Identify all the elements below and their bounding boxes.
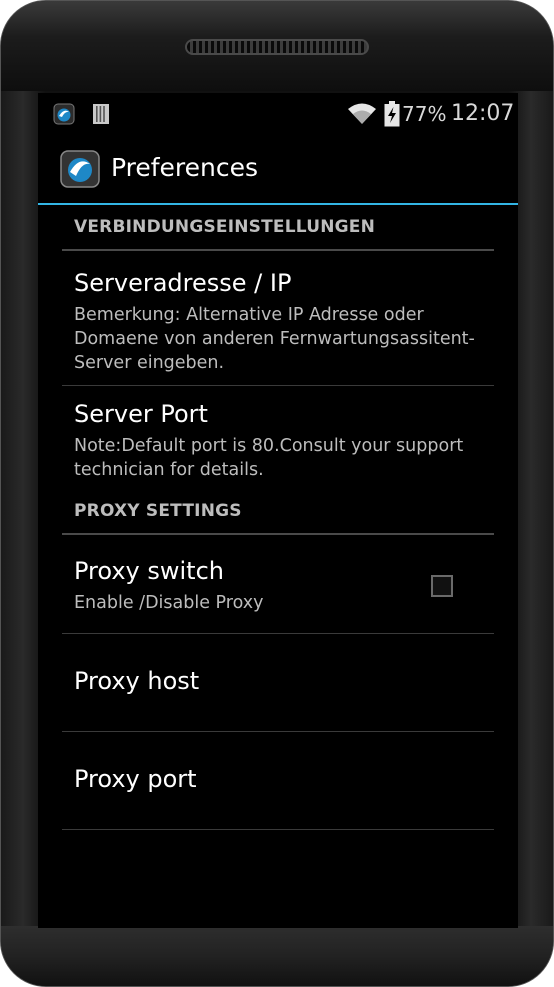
pref-title: Proxy port — [74, 765, 197, 793]
preference-list: VERBINDUNGSEINSTELLUNGEN Serveradresse /… — [62, 205, 494, 830]
pref-proxy-host[interactable]: Proxy host — [62, 634, 494, 732]
pref-server-port[interactable]: Server Port Note:Default port is 80.Cons… — [62, 386, 494, 500]
proxy-switch-checkbox[interactable] — [431, 575, 453, 597]
clock: 12:07 — [451, 101, 515, 126]
wifi-icon — [348, 103, 376, 124]
category-header-connection: VERBINDUNGSEINSTELLUNGEN — [62, 205, 494, 251]
battery-percent: 77% — [402, 102, 447, 126]
pref-proxy-switch[interactable]: Proxy switch Enable /Disable Proxy — [62, 535, 494, 634]
category-label: PROXY SETTINGS — [74, 501, 242, 521]
screen: 77% 12:07 Preferences VERBINDUNGSEINSTEL… — [38, 93, 518, 928]
phone-bottom-bezel — [1, 926, 553, 986]
sd-card-icon — [93, 104, 109, 124]
pref-summary: Bemerkung: Alternative IP Adresse oder D… — [74, 305, 475, 373]
category-label: VERBINDUNGSEINSTELLUNGEN — [74, 217, 376, 237]
pref-title: Server Port — [74, 400, 208, 428]
app-logo-icon[interactable] — [60, 150, 100, 188]
pref-title: Serveradresse / IP — [74, 269, 292, 297]
pref-title: Proxy switch — [74, 557, 224, 585]
category-header-proxy: PROXY SETTINGS — [62, 495, 494, 535]
page-title: Preferences — [111, 153, 259, 182]
action-bar: Preferences — [38, 135, 518, 205]
app-logo-icon — [53, 103, 75, 125]
speaker-grille — [185, 39, 369, 55]
pref-summary: Note:Default port is 80.Consult your sup… — [74, 436, 464, 480]
battery-charging-icon — [384, 101, 400, 127]
status-bar: 77% 12:07 — [38, 93, 518, 135]
pref-proxy-port[interactable]: Proxy port — [62, 732, 494, 830]
phone-frame: 77% 12:07 Preferences VERBINDUNGSEINSTEL… — [0, 0, 554, 987]
pref-server-address[interactable]: Serveradresse / IP Bemerkung: Alternativ… — [62, 251, 494, 386]
pref-title: Proxy host — [74, 667, 200, 695]
pref-summary: Enable /Disable Proxy — [74, 593, 264, 613]
